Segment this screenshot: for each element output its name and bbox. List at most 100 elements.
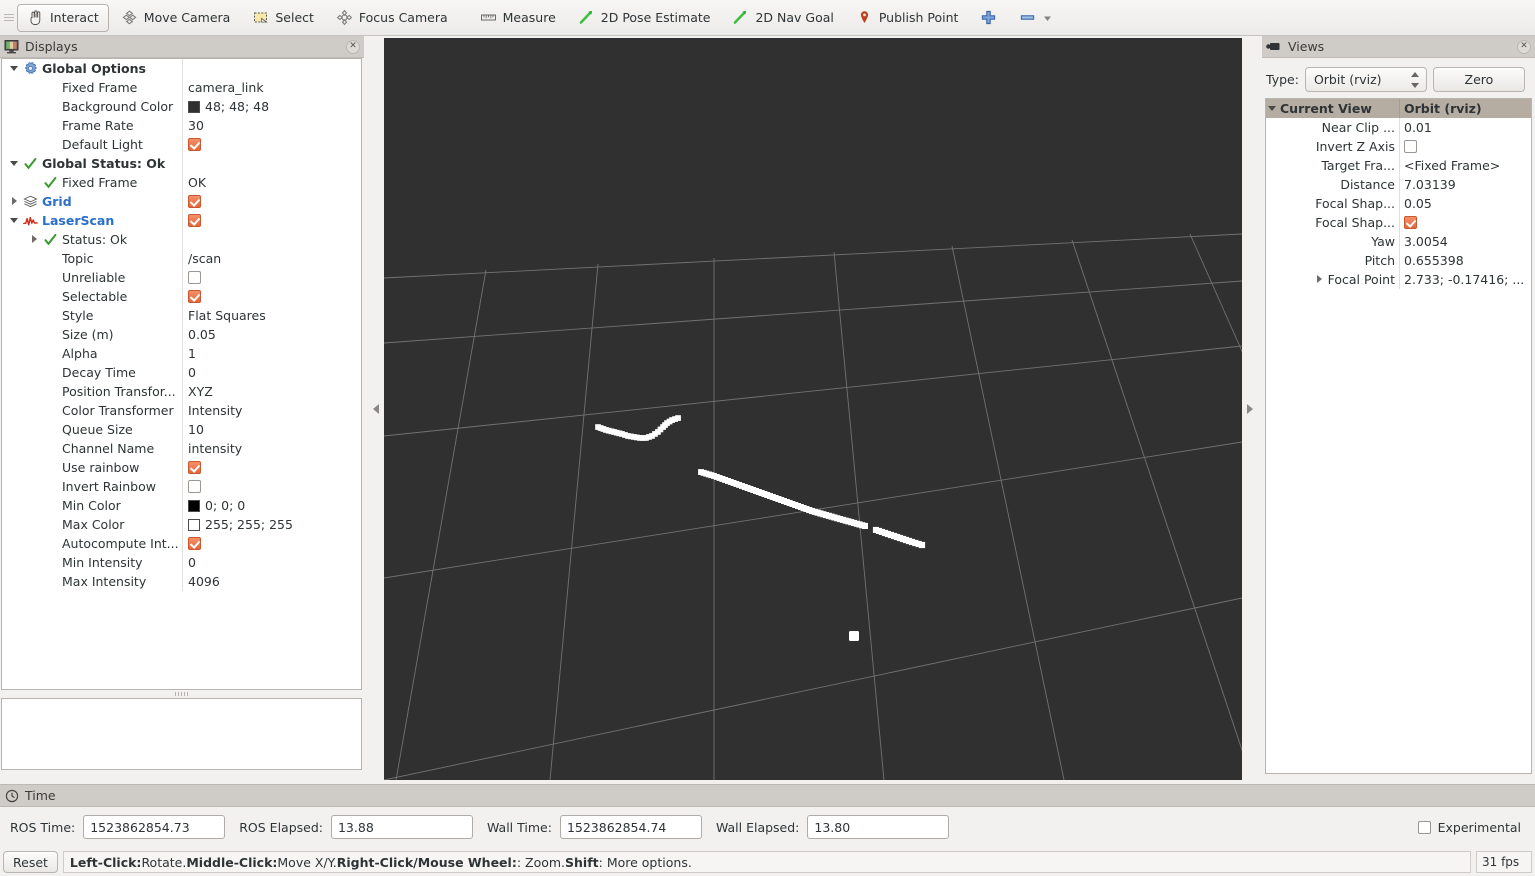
spinner-arrows-icon[interactable] [1410, 71, 1419, 88]
property-value[interactable]: Intensity [182, 401, 361, 420]
ros-time-input[interactable]: 1523862854.73 [83, 815, 226, 839]
view-property-value-checkbox[interactable] [1399, 213, 1531, 232]
view-property-row[interactable]: Yaw 3.0054 [1266, 232, 1531, 251]
property-value-color[interactable]: 0; 0; 0 [182, 496, 361, 515]
property-value[interactable]: 0.05 [182, 325, 361, 344]
property-checkbox[interactable] [188, 214, 201, 227]
view-property-value[interactable]: <Fixed Frame> [1399, 156, 1531, 175]
view-property-value[interactable]: 0.05 [1399, 194, 1531, 213]
display-property-row[interactable]: Position Transfor... XYZ [2, 382, 361, 401]
views-tree-header[interactable]: Current View Orbit (rviz) [1266, 99, 1531, 118]
view-property-row[interactable]: Target Fra... <Fixed Frame> [1266, 156, 1531, 175]
view-property-value[interactable]: 2.733; -0.17416; ... [1399, 270, 1531, 289]
property-checkbox[interactable] [188, 195, 201, 208]
property-checkbox[interactable] [188, 480, 201, 493]
display-property-row[interactable]: Unreliable [2, 268, 361, 287]
property-value-empty[interactable] [182, 59, 361, 78]
view-type-select[interactable]: Orbit (rviz) [1304, 66, 1427, 92]
property-checkbox[interactable] [188, 537, 201, 550]
property-value[interactable]: 0 [182, 363, 361, 382]
display-property-row[interactable]: Topic/scan [2, 249, 361, 268]
display-property-row[interactable]: Style Flat Squares [2, 306, 361, 325]
display-property-row[interactable]: Default Light [2, 135, 361, 154]
property-value[interactable]: intensity [182, 439, 361, 458]
property-value-checkbox[interactable] [182, 287, 361, 306]
render-viewport-3d[interactable] [384, 38, 1242, 780]
display-property-row[interactable]: Selectable [2, 287, 361, 306]
remove-tool-button[interactable] [1009, 4, 1063, 32]
tool-select[interactable]: Select [242, 4, 324, 32]
display-property-row[interactable]: Alpha 1 [2, 344, 361, 363]
experimental-toggle[interactable]: Experimental [1417, 820, 1521, 835]
display-property-row[interactable]: Min Color 0; 0; 0 [2, 496, 361, 515]
add-tool-button[interactable] [970, 4, 1007, 32]
view-property-row[interactable]: Focal Shap... [1266, 213, 1531, 232]
property-value-checkbox[interactable] [182, 458, 361, 477]
displays-splitter[interactable] [1, 691, 362, 697]
display-property-row[interactable]: Global Options [2, 59, 361, 78]
property-value[interactable]: 1 [182, 344, 361, 363]
display-property-row[interactable]: Autocompute Int... [2, 534, 361, 553]
display-property-row[interactable]: Use rainbow [2, 458, 361, 477]
view-property-checkbox[interactable] [1404, 140, 1417, 153]
display-property-row[interactable]: Channel Name intensity [2, 439, 361, 458]
property-value[interactable]: camera_link [182, 78, 361, 97]
wall-elapsed-input[interactable]: 13.80 [807, 815, 950, 839]
display-property-row[interactable]: Global Status: Ok [2, 154, 361, 173]
property-value-checkbox[interactable] [182, 477, 361, 496]
tool-measure[interactable]: Measure [470, 4, 566, 32]
property-value-checkbox[interactable] [182, 135, 361, 154]
tool-2d-pose-estimate[interactable]: 2D Pose Estimate [568, 4, 721, 32]
current-view-expander-icon[interactable] [1268, 104, 1277, 113]
property-value[interactable]: 4096 [182, 572, 361, 591]
displays-tree[interactable]: Global Options Fixed Frame camera_link Back… [1, 58, 362, 690]
display-property-row[interactable]: Decay Time 0 [2, 363, 361, 382]
property-value-color[interactable]: 255; 255; 255 [182, 515, 361, 534]
view-property-checkbox[interactable] [1404, 216, 1417, 229]
property-value[interactable]: Flat Squares [182, 306, 361, 325]
experimental-checkbox[interactable] [1417, 820, 1431, 834]
wall-time-input[interactable]: 1523862854.74 [559, 815, 702, 839]
expander-down-icon[interactable] [10, 216, 19, 225]
property-value-color[interactable]: 48; 48; 48 [182, 97, 361, 116]
display-property-row[interactable]: Min Intensity 0 [2, 553, 361, 572]
view-property-row[interactable]: Distance 7.03139 [1266, 175, 1531, 194]
property-checkbox[interactable] [188, 461, 201, 474]
view-property-value[interactable]: 7.03139 [1399, 175, 1531, 194]
expander-down-icon[interactable] [10, 159, 19, 168]
zero-button[interactable]: Zero [1432, 66, 1525, 92]
expander-right-icon[interactable] [30, 235, 39, 244]
display-property-row[interactable]: LaserScan [2, 211, 361, 230]
viewport-collapse-left-handle[interactable] [368, 38, 384, 780]
display-property-row[interactable]: Fixed Frame camera_link [2, 78, 361, 97]
display-property-row[interactable]: Frame Rate 30 [2, 116, 361, 135]
expander-right-icon[interactable] [1315, 275, 1324, 284]
display-property-row[interactable]: Status: Ok [2, 230, 361, 249]
display-property-row[interactable]: Grid [2, 192, 361, 211]
toolbar-grip[interactable] [4, 7, 14, 29]
property-checkbox[interactable] [188, 138, 201, 151]
display-property-row[interactable]: Max Color 255; 255; 255 [2, 515, 361, 534]
property-value-checkbox[interactable] [182, 211, 361, 230]
display-property-row[interactable]: Fixed Frame OK [2, 173, 361, 192]
displays-close-icon[interactable]: ✕ [346, 39, 360, 54]
view-property-row[interactable]: Pitch 0.655398 [1266, 251, 1531, 270]
property-value[interactable]: 30 [182, 116, 361, 135]
view-property-value-checkbox[interactable] [1399, 137, 1531, 156]
views-tree[interactable]: Current View Orbit (rviz) Near Clip ... 0… [1265, 98, 1532, 774]
display-property-row[interactable]: Color Transformer Intensity [2, 401, 361, 420]
view-property-row[interactable]: Focal Shap... 0.05 [1266, 194, 1531, 213]
view-property-row[interactable]: Invert Z Axis [1266, 137, 1531, 156]
view-property-value[interactable]: 3.0054 [1399, 232, 1531, 251]
viewport-collapse-right-handle[interactable] [1242, 38, 1258, 780]
property-value-checkbox[interactable] [182, 534, 361, 553]
display-property-row[interactable]: Queue Size 10 [2, 420, 361, 439]
tool-interact[interactable]: Interact [17, 3, 109, 32]
display-property-row[interactable]: Size (m) 0.05 [2, 325, 361, 344]
view-property-row[interactable]: Focal Point 2.733; -0.17416; ... [1266, 270, 1531, 289]
display-property-row[interactable]: Invert Rainbow [2, 477, 361, 496]
tool-2d-nav-goal[interactable]: 2D Nav Goal [722, 4, 843, 32]
view-property-value[interactable]: 0.655398 [1399, 251, 1531, 270]
property-value[interactable]: /scan [182, 249, 361, 268]
display-property-row[interactable]: Max Intensity 4096 [2, 572, 361, 591]
